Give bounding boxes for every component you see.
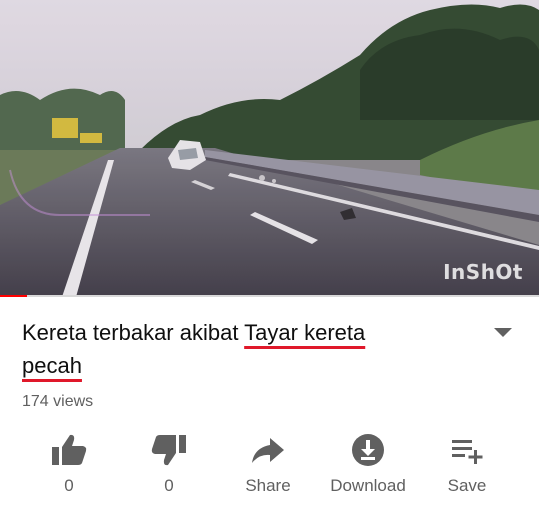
download-label: Download — [330, 476, 406, 495]
video-player[interactable]: InShOt — [0, 0, 539, 297]
download-button[interactable]: Download — [318, 430, 418, 496]
video-title[interactable]: Kereta terbakar akibat Tayar kereta pecah — [22, 316, 462, 382]
video-watch-page: InShOt Kereta terbakar akibat Tayar kere… — [0, 0, 539, 517]
progress-fill — [0, 295, 27, 297]
inshot-watermark: InShOt — [443, 260, 523, 284]
share-button[interactable]: Share — [218, 430, 318, 496]
save-label: Save — [447, 476, 487, 495]
dislike-count: 0 — [164, 476, 174, 495]
playlist-add-icon — [452, 440, 483, 464]
view-count: 174 views — [22, 393, 94, 410]
thumbs-up-icon — [52, 434, 87, 465]
like-count: 0 — [64, 476, 74, 495]
share-arrow-icon — [252, 438, 284, 463]
thumbs-down-icon — [151, 435, 186, 466]
video-frame — [0, 0, 539, 297]
title-text: Kereta terbakar akibat — [22, 320, 245, 345]
share-label: Share — [245, 476, 291, 495]
progress-bar[interactable] — [0, 295, 539, 297]
save-button[interactable]: Save — [417, 430, 517, 496]
expand-description-icon[interactable] — [491, 324, 515, 340]
download-icon — [352, 434, 384, 466]
like-button[interactable]: 0 — [19, 430, 119, 496]
title-underlined-text: Tayar kereta — [244, 320, 366, 345]
action-bar: 0 0 Share Download Save — [0, 430, 539, 510]
dislike-button[interactable]: 0 — [119, 430, 219, 496]
title-underlined-text-2: pecah — [22, 353, 82, 378]
